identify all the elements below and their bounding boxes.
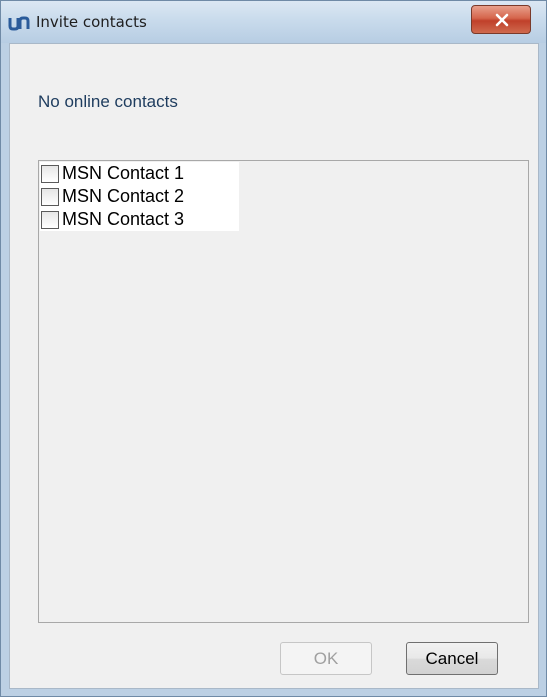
contact-checkbox[interactable]	[41, 187, 59, 206]
status-text: No online contacts	[38, 92, 178, 111]
contact-label: MSN Contact 3	[62, 209, 185, 229]
close-icon	[495, 13, 509, 27]
contact-checkbox[interactable]	[41, 164, 59, 183]
contact-checkbox[interactable]	[41, 210, 59, 229]
list-item[interactable]: MSN Contact 1	[40, 162, 239, 185]
contact-label: MSN Contact 1	[62, 163, 185, 183]
list-item[interactable]: MSN Contact 2	[40, 185, 239, 208]
contacts-list-items: MSN Contact 1 MSN Contact 2 MSN Contact …	[40, 162, 239, 231]
cancel-button[interactable]: Cancel	[406, 642, 498, 675]
un-logo-icon	[8, 15, 30, 31]
list-item[interactable]: MSN Contact 3	[40, 208, 239, 231]
close-button[interactable]	[471, 5, 531, 34]
title-bar[interactable]: Invite contacts	[1, 1, 546, 43]
contact-label: MSN Contact 2	[62, 186, 185, 206]
invite-contacts-window: Invite contacts No online contacts MSN C…	[0, 0, 547, 697]
window-title: Invite contacts	[36, 13, 147, 31]
dialog-body: No online contacts MSN Contact 1 MSN Con…	[9, 43, 539, 689]
contacts-list[interactable]: MSN Contact 1 MSN Contact 2 MSN Contact …	[38, 160, 529, 623]
ok-button[interactable]: OK	[280, 642, 372, 675]
